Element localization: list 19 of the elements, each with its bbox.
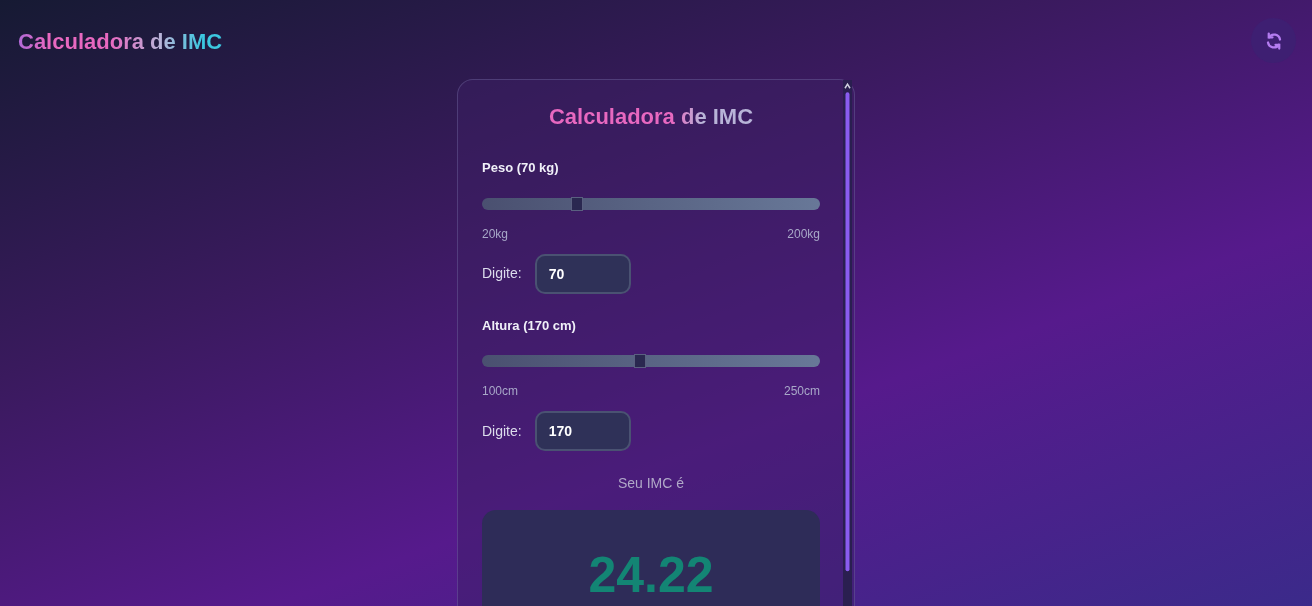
bmi-value: 24.22	[588, 547, 714, 604]
slider-thumb[interactable]	[570, 196, 583, 211]
refresh-icon	[1264, 31, 1283, 50]
slider-track[interactable]	[482, 355, 820, 368]
slider-thumb[interactable]	[633, 354, 646, 369]
result-caption: Seu IMC é	[616, 474, 686, 494]
slider-label: Altura (170 cm)	[482, 316, 577, 335]
refresh-button[interactable]	[1251, 18, 1296, 63]
min-label: 100cm	[482, 383, 519, 401]
input-label: Digite:	[482, 264, 522, 284]
number-field[interactable]: 70	[534, 253, 631, 294]
max-label: 200kg	[787, 225, 820, 243]
slider-track[interactable]	[482, 197, 820, 210]
scrollbar[interactable]	[843, 80, 852, 606]
max-label: 250cm	[783, 383, 820, 401]
slider-label: Peso (70 kg)	[482, 159, 560, 178]
min-label: 20kg	[482, 225, 509, 243]
number-field[interactable]: 170	[534, 411, 631, 452]
input-label: Digite:	[482, 421, 522, 441]
